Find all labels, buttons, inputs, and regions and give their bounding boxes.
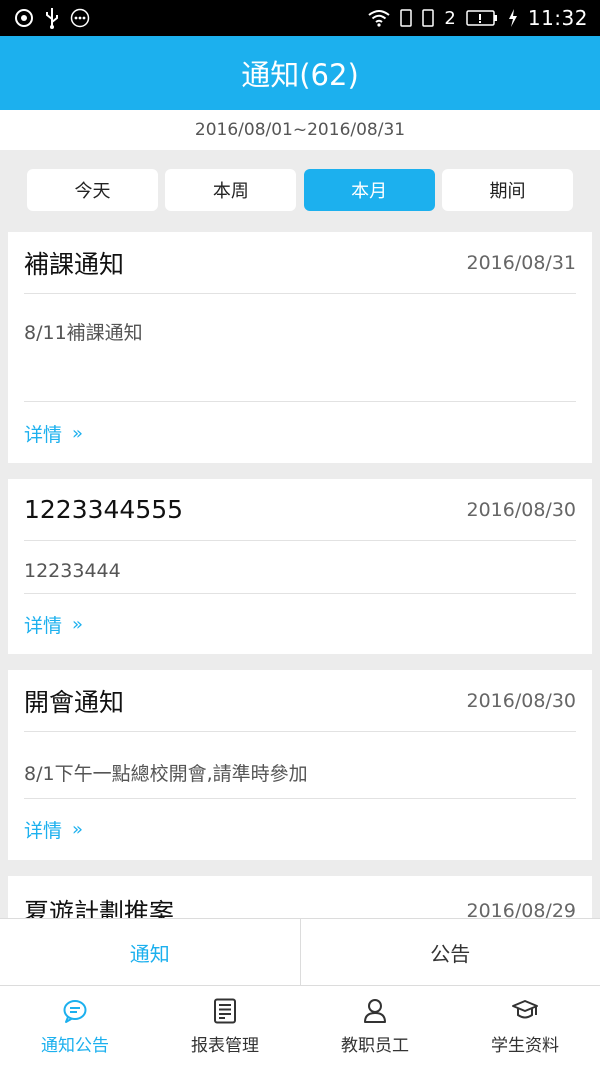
- signal-label: 2: [444, 7, 456, 29]
- notice-body: 12233444: [24, 560, 121, 582]
- notice-card-header: 開會通知 2016/08/30: [24, 670, 576, 732]
- bottom-nav: 通知公告 报表管理 教职员工 学生资料: [0, 986, 600, 1067]
- notice-date: 2016/08/29: [466, 900, 576, 918]
- nav-label: 学生资料: [491, 1036, 559, 1056]
- chat-bubble-icon: [61, 997, 89, 1025]
- divider: [24, 798, 576, 799]
- divider: [24, 401, 576, 402]
- detail-label: 详情: [24, 424, 63, 446]
- notice-card-header: 1223344555 2016/08/30: [24, 479, 576, 541]
- divider: [24, 593, 576, 594]
- notice-card[interactable]: 開會通知 2016/08/30 8/1下午一點總校開會,請準時參加 详情 »: [8, 670, 592, 860]
- wifi-icon: [368, 9, 391, 27]
- filter-today-button[interactable]: 今天: [27, 169, 158, 211]
- notice-body: 8/11補課通知: [24, 322, 143, 344]
- charging-icon: [508, 9, 518, 27]
- notice-card[interactable]: 補課通知 2016/08/31 8/11補課通知 详情 »: [8, 232, 592, 463]
- notice-detail-link[interactable]: 详情 »: [24, 420, 83, 447]
- page-title: 通知(62): [241, 58, 359, 92]
- notice-card-header: 夏遊計劃推案 2016/08/29: [24, 880, 576, 918]
- date-range: 2016/08/01~2016/08/31: [0, 110, 600, 150]
- chevron-right-double-icon: »: [72, 819, 84, 840]
- notice-card-header: 補課通知 2016/08/31: [24, 232, 576, 294]
- status-left: [14, 7, 90, 29]
- notice-body: 8/1下午一點總校開會,請準時參加: [24, 763, 308, 785]
- person-icon: [361, 997, 389, 1025]
- sim1-icon: [400, 9, 413, 27]
- notice-date: 2016/08/31: [466, 251, 576, 274]
- nav-label: 通知公告: [41, 1036, 109, 1056]
- graduation-cap-icon: [511, 997, 539, 1025]
- tab-notice[interactable]: 通知: [0, 919, 300, 985]
- notice-title: 開會通知: [24, 687, 125, 717]
- detail-label: 详情: [24, 615, 63, 637]
- notice-date: 2016/08/30: [466, 689, 576, 712]
- notice-detail-link[interactable]: 详情 »: [24, 816, 83, 843]
- detail-label: 详情: [24, 820, 63, 842]
- status-right: 2 11:32: [368, 6, 588, 30]
- battery-icon: [466, 10, 498, 26]
- usb-icon: [44, 7, 60, 29]
- notice-title: 補課通知: [24, 249, 125, 279]
- nav-label: 报表管理: [191, 1036, 259, 1056]
- clock: 11:32: [527, 6, 588, 30]
- notice-detail-link[interactable]: 详情 »: [24, 611, 83, 638]
- filter-period-button[interactable]: 期间: [441, 169, 573, 211]
- chevron-right-double-icon: »: [72, 614, 84, 635]
- report-icon: [211, 997, 239, 1025]
- status-bar: 2 11:32: [0, 0, 600, 36]
- filter-month-button[interactable]: 本月: [303, 169, 435, 211]
- filter-week-button[interactable]: 本周: [165, 169, 297, 211]
- nav-item-notices[interactable]: 通知公告: [0, 986, 150, 1067]
- notice-list[interactable]: 補課通知 2016/08/31 8/11補課通知 详情 » 1223344555…: [0, 232, 600, 918]
- date-filter-bar: 今天 本周 本月 期间: [0, 150, 600, 230]
- nav-item-staff[interactable]: 教职员工: [300, 986, 450, 1067]
- nav-label: 教职员工: [341, 1036, 409, 1056]
- notice-card[interactable]: 夏遊計劃推案 2016/08/29: [8, 876, 592, 918]
- notice-title: 夏遊計劃推案: [24, 898, 175, 918]
- nav-item-students[interactable]: 学生资料: [450, 986, 600, 1067]
- notice-date: 2016/08/30: [466, 498, 576, 521]
- notice-title: 1223344555: [24, 495, 184, 524]
- app-bar: 通知(62): [0, 36, 600, 110]
- sync-icon: [14, 8, 34, 28]
- chevron-right-double-icon: »: [72, 423, 84, 444]
- tab-announcement[interactable]: 公告: [299, 919, 600, 985]
- sim2-icon: [422, 9, 435, 27]
- notice-card[interactable]: 1223344555 2016/08/30 12233444 详情 »: [8, 479, 592, 654]
- notice-type-tabs: 通知 公告: [0, 918, 600, 986]
- nav-item-reports[interactable]: 报表管理: [150, 986, 300, 1067]
- more-icon: [70, 8, 90, 28]
